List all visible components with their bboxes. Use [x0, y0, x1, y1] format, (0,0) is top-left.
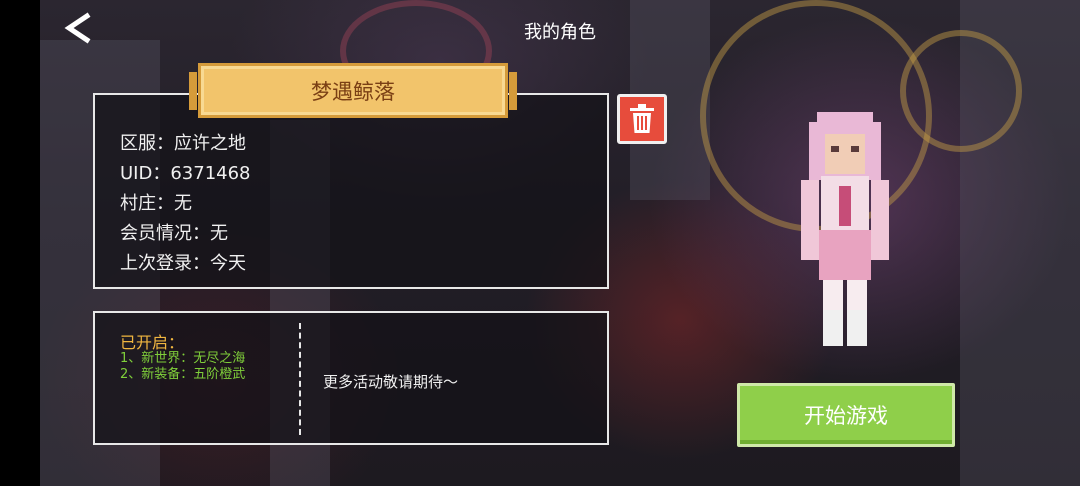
- info-last-login: 上次登录：今天: [120, 253, 246, 274]
- events-opened-title: 已开启：: [120, 333, 185, 352]
- events-divider: [299, 323, 301, 435]
- event-item: 1、新世界：无尽之海: [120, 351, 246, 366]
- info-membership: 会员情况：无: [120, 223, 228, 244]
- more-events-text: 更多活动敬请期待～: [323, 373, 459, 391]
- info-list: 区服：应许之地 UID：6371468 村庄：无 会员情况：无 上次登录：今天: [120, 129, 251, 279]
- trash-icon: [630, 104, 654, 133]
- info-uid: UID：6371468: [120, 163, 251, 184]
- info-village: 村庄：无: [120, 193, 192, 214]
- info-server: 区服：应许之地: [120, 133, 246, 154]
- start-game-button[interactable]: 开始游戏: [737, 383, 955, 447]
- events-panel: 已开启： 1、新世界：无尽之海 2、新装备：五阶橙武 更多活动敬请期待～: [93, 311, 609, 445]
- page-title: 我的角色: [524, 22, 596, 43]
- character-avatar: [795, 112, 895, 352]
- event-item: 2、新装备：五阶橙武: [120, 367, 246, 382]
- character-name: 梦遇鲸落: [311, 79, 395, 104]
- character-info-panel: 区服：应许之地 UID：6371468 村庄：无 会员情况：无 上次登录：今天: [93, 93, 609, 289]
- event-list: 1、新世界：无尽之海 2、新装备：五阶橙武: [120, 351, 245, 383]
- delete-character-button[interactable]: [617, 94, 667, 144]
- left-edge: [0, 0, 40, 486]
- start-game-label: 开始游戏: [804, 404, 888, 428]
- character-name-plate: 梦遇鲸落: [189, 63, 517, 118]
- chevron-left-icon: [64, 12, 91, 44]
- back-button[interactable]: [58, 10, 98, 46]
